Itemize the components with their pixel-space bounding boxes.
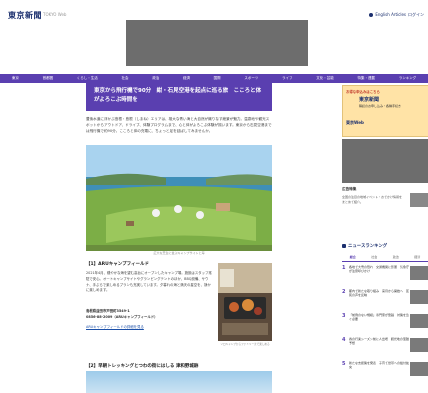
nav-item[interactable]: 社会	[122, 76, 129, 81]
rank-number: 4	[342, 337, 346, 343]
english-label: English Articles	[375, 12, 406, 17]
subscription-ad[interactable]: お得な申込みはこちら 東京新聞 購読のお申し込み・各種手続き 東京Web	[342, 85, 428, 137]
sidebar-ad-slot[interactable]	[342, 139, 428, 183]
photo2-caption: ソロキャンプからファミリーまで楽しめる	[220, 343, 270, 346]
rank-text: 新たな支援策を発表 子育て世帯への給付拡充	[349, 361, 410, 370]
tab-ranking-economy[interactable]: 経済	[407, 253, 428, 261]
nav-item[interactable]: 政治	[152, 76, 159, 81]
ad-kicker: お得な申込みはこちら	[346, 90, 380, 94]
globe-icon	[369, 13, 374, 17]
rank-text: 各地で大雪の恐れ 交通機関に影響 気象庁が注意呼びかけ	[349, 265, 410, 274]
rank-text: 春の行楽シーズン前に人出増 観光地の混雑予想	[349, 337, 409, 346]
ad-text: 購読のお申し込み・各種手続き	[359, 104, 402, 108]
rank-number: 2	[342, 289, 346, 295]
ad-foot: 東京Web	[346, 120, 364, 125]
ranking-item[interactable]: 2 都内で新たな取り組み 来月から開始へ 区民の声を反映	[342, 289, 428, 311]
bbq-photo	[218, 263, 272, 341]
login-link[interactable]: ログイン	[408, 12, 424, 18]
main-nav: 東京 首都圏 くらし・生活 社会 政治 経済 国際 スポーツ ライフ 文化・芸能…	[0, 74, 428, 83]
pr-section-line[interactable]: 全国の注目の地域イベント・おでかけ情報をまとめて紹介。	[342, 195, 402, 204]
rank-thumbnail	[410, 362, 428, 376]
nav-item[interactable]: 首都圏	[43, 76, 54, 81]
pr-section-title: 広告特集	[342, 187, 357, 191]
nav-item[interactable]: 経済	[183, 76, 190, 81]
site-logo-sub: TOKYO Web	[43, 12, 67, 17]
article-title: 東京から飛行機で90分 紺・石見空港を起点に巡る旅 こころと体がよろこぶ時間を	[86, 83, 272, 111]
campsite-photo	[86, 145, 272, 251]
tab-ranking-all[interactable]: 総合	[342, 253, 364, 261]
rank-thumbnail	[410, 314, 428, 328]
rank-text: 都内で新たな取り組み 来月から開始へ 区民の声を反映	[349, 289, 410, 298]
nav-item[interactable]: 国際	[214, 76, 221, 81]
photo1-caption: 広大な芝生に並ぶキャンプサイトと海	[153, 251, 205, 255]
section1-address: 島根県益田市戸田町3549-1 0856-88-2009（ARUキャンプフィール…	[86, 309, 158, 319]
nav-item[interactable]: 東京	[12, 76, 19, 81]
sidebar: お得な申込みはこちら 東京新聞 購読のお申し込み・各種手続き 東京Web 広告特…	[338, 83, 428, 393]
ranking-title-label: ニュースランキング	[348, 244, 388, 249]
campsite-illustration	[86, 145, 272, 251]
section2-heading: 【2】早朝トレッキングとつわの街にはしる 津和野城跡	[86, 364, 199, 369]
ranking-tabs: 総合 社会 政治 経済	[342, 253, 428, 262]
nav-item[interactable]: ランキング	[399, 76, 416, 81]
article-main: 東京から飛行機で90分 紺・石見空港を起点に巡る旅 こころと体がよろこぶ時間を …	[0, 83, 338, 393]
rank-number: 1	[342, 265, 346, 271]
ranking-item[interactable]: 1 各地で大雪の恐れ 交通機関に影響 気象庁が注意呼びかけ	[342, 265, 428, 287]
ranking-item[interactable]: 5 新たな支援策を発表 子育て世帯への給付拡充	[342, 361, 428, 383]
english-articles-link[interactable]: English Articles	[369, 12, 406, 17]
tab-ranking-politics[interactable]: 政治	[385, 253, 407, 261]
bbq-illustration	[218, 263, 272, 341]
rank-number: 5	[342, 361, 346, 367]
ranking-item[interactable]: 4 春の行楽シーズン前に人出増 観光地の混雑予想	[342, 337, 428, 359]
nav-item[interactable]: スポーツ	[244, 76, 258, 81]
article-lede: 豊後水道に浮かぶ島根・島根（しまね）エリアは、雄大な青い海と大自然が織りなす絶景…	[86, 117, 272, 133]
nav-item[interactable]: 特集・連載	[357, 76, 375, 81]
nav-item[interactable]: くらし・生活	[77, 76, 98, 81]
tab-ranking-society[interactable]: 社会	[364, 253, 386, 261]
site-logo[interactable]: 東京新聞	[8, 10, 42, 21]
ranking-item[interactable]: 3 「前例のない規模」専門家が警鐘 対策を急ぐ必要	[342, 313, 428, 335]
section1-body: 2021年4月、穏やかな海を望む高台にオープンしたキャンプ場。施設はスタッフ常駐…	[86, 271, 212, 293]
nav-item[interactable]: 文化・芸能	[316, 76, 334, 81]
section1-heading: 【1】ARUキャンプフィールド	[86, 262, 150, 267]
rank-number: 3	[342, 313, 346, 319]
rank-text: 「前例のない規模」専門家が警鐘 対策を急ぐ必要	[349, 313, 410, 322]
top-header: 東京新聞 TOKYO Web English Articles ログイン	[0, 0, 428, 74]
pr-thumbnail[interactable]	[410, 193, 428, 207]
header-ad-banner[interactable]	[126, 20, 308, 66]
nav-item[interactable]: ライフ	[282, 76, 293, 81]
rank-thumbnail	[410, 338, 428, 352]
ad-logo: 東京新聞	[359, 97, 380, 103]
ranking-icon	[342, 243, 346, 248]
rank-thumbnail	[410, 290, 428, 304]
section1-detail-link[interactable]: ARUキャンプフィールドの詳細を見る	[86, 324, 144, 329]
ranking-title: ニュースランキング	[342, 243, 387, 249]
rank-thumbnail	[410, 266, 428, 280]
section2-photo	[86, 371, 272, 393]
